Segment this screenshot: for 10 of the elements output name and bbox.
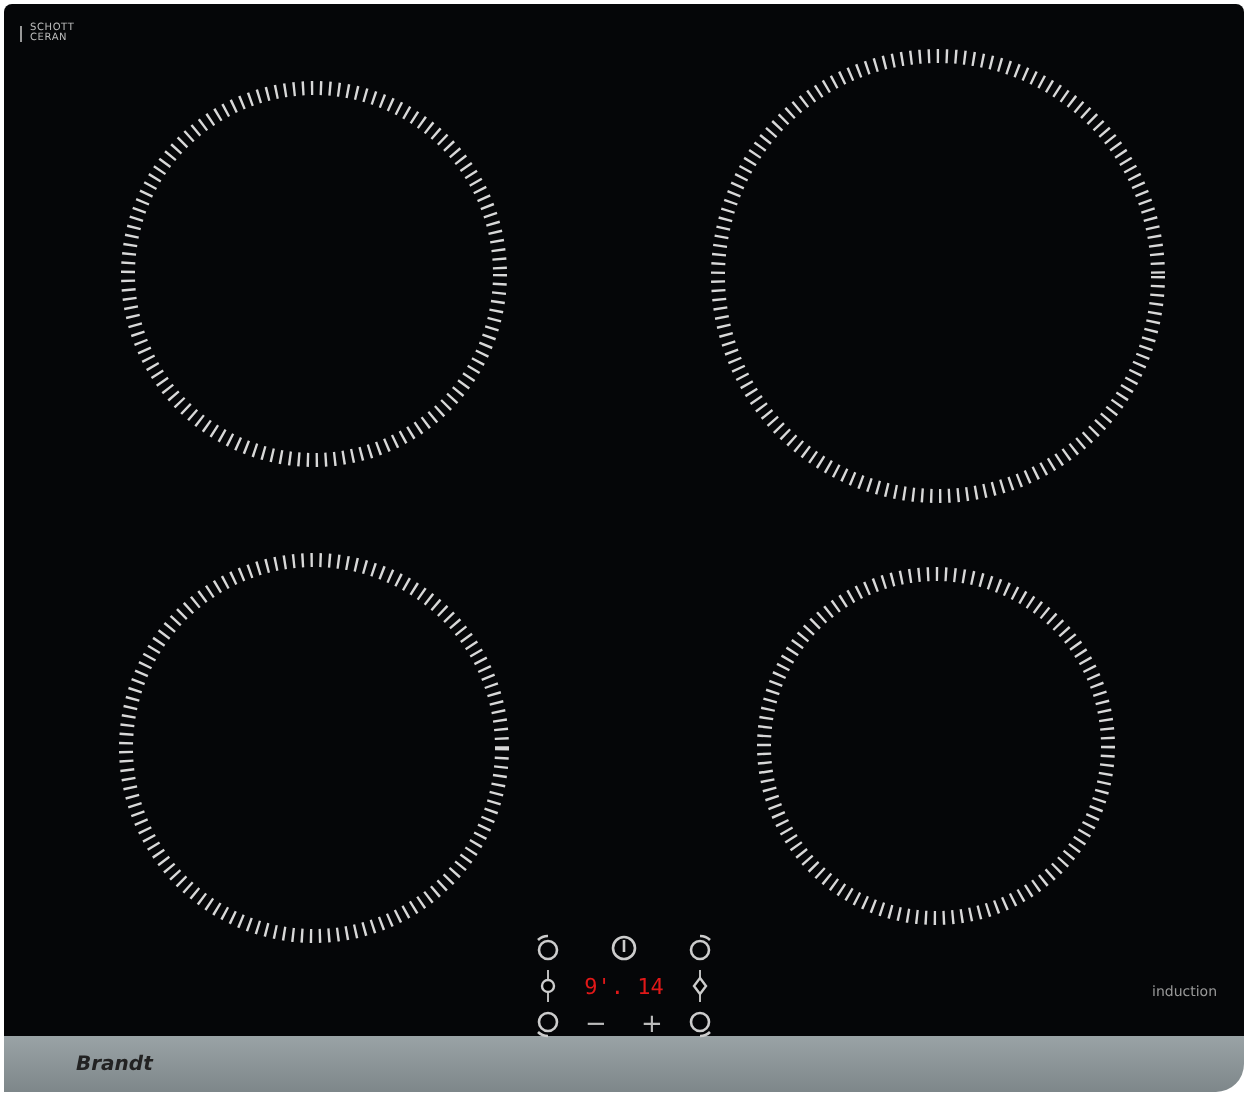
- timer-display: 9'. 14: [584, 973, 664, 999]
- brand-logo: Brandt: [76, 1053, 153, 1075]
- zone-select-icon[interactable]: [534, 934, 562, 962]
- zone-select-icon[interactable]: [686, 934, 714, 962]
- power-icon[interactable]: [610, 934, 638, 962]
- plus-button[interactable]: +: [641, 1011, 663, 1037]
- minus-button[interactable]: −: [585, 1011, 607, 1037]
- zone-select-icon[interactable]: [534, 1010, 562, 1038]
- zone-select-icon[interactable]: [686, 1010, 714, 1038]
- timer-icon[interactable]: [538, 970, 558, 1002]
